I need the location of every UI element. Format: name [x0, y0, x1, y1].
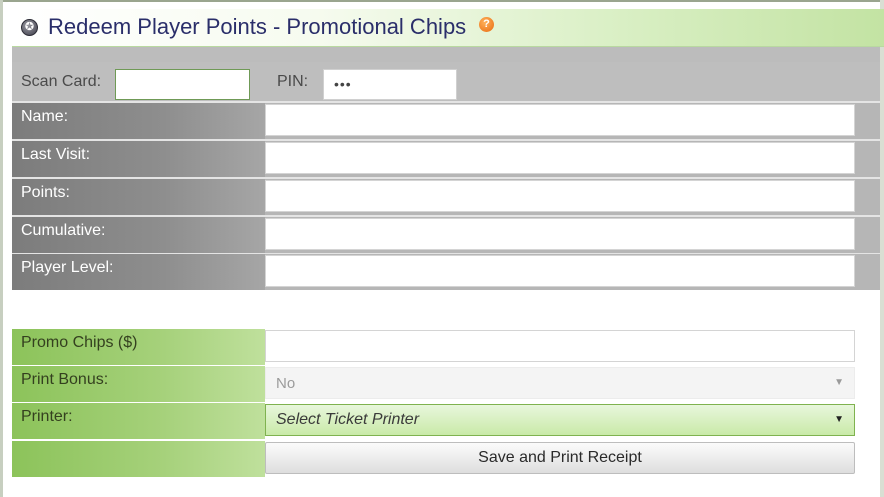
player-level-label: Player Level: [12, 254, 265, 290]
print-bonus-select[interactable]: No ▼ [265, 367, 855, 399]
last-visit-label: Last Visit: [12, 141, 265, 177]
name-field[interactable] [265, 104, 855, 136]
save-and-print-button[interactable]: Save and Print Receipt [265, 442, 855, 474]
cumulative-label: Cumulative: [12, 217, 265, 253]
printer-label: Printer: [12, 403, 265, 439]
app-logo-icon: ✪ [21, 19, 38, 36]
cumulative-field[interactable] [265, 218, 855, 250]
page-title: Redeem Player Points - Promotional Chips [48, 14, 467, 39]
pin-label: PIN: [277, 73, 309, 90]
player-level-field[interactable] [265, 255, 855, 287]
points-field[interactable] [265, 180, 855, 212]
window-frame-top [0, 0, 884, 2]
last-visit-field[interactable] [265, 142, 855, 174]
chevron-down-icon: ▼ [834, 414, 844, 425]
promo-chips-input[interactable] [265, 330, 855, 362]
print-bonus-label: Print Bonus: [12, 366, 265, 402]
points-label: Points: [12, 179, 265, 215]
printer-select[interactable]: Select Ticket Printer ▼ [265, 404, 855, 436]
chevron-down-icon: ▼ [834, 377, 844, 388]
window-frame-left [0, 0, 3, 497]
scan-card-label: Scan Card: [21, 73, 102, 90]
name-label: Name: [12, 103, 265, 139]
pin-input[interactable]: ••• [323, 69, 457, 100]
promo-chips-label: Promo Chips ($) [12, 329, 265, 365]
scan-card-input[interactable] [115, 69, 250, 100]
printer-value: Select Ticket Printer [276, 411, 420, 428]
action-row-label [12, 441, 265, 477]
help-icon[interactable]: ? [479, 17, 494, 32]
print-bonus-value: No [276, 375, 296, 392]
window-frame-right [880, 0, 884, 497]
